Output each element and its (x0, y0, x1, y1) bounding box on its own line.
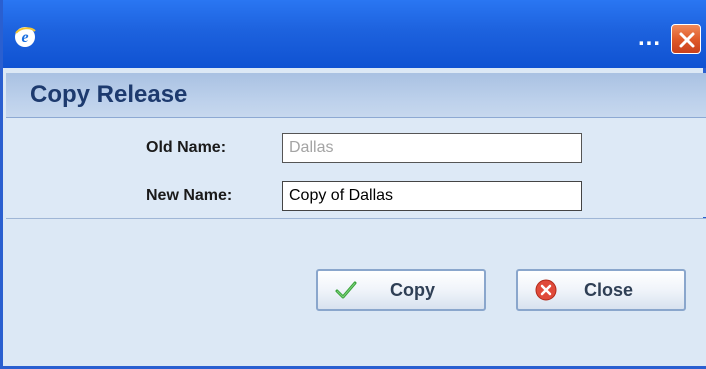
old-name-field[interactable] (282, 133, 582, 163)
window-close-button[interactable] (671, 24, 701, 54)
check-icon (335, 281, 357, 299)
old-name-label: Old Name: (146, 139, 227, 156)
svg-text:e: e (21, 29, 28, 46)
close-icon (679, 32, 695, 48)
dialog-window: e ... Copy Release Old Name: New Name: C… (0, 0, 706, 369)
title-bar: e ... (3, 0, 706, 68)
dialog-header: Copy Release (6, 73, 706, 118)
close-circle-icon (535, 279, 557, 301)
copy-release-form: Old Name: New Name: (6, 118, 706, 217)
dialog-title: Copy Release (30, 81, 188, 108)
title-ellipsis: ... (638, 24, 662, 51)
dialog-footer: Copy Close (6, 219, 706, 366)
ie-icon: e (15, 27, 36, 47)
close-button-label: Close (584, 279, 634, 300)
copy-button-label: Copy (390, 279, 435, 300)
close-button[interactable]: Close (516, 269, 686, 311)
copy-button[interactable]: Copy (316, 269, 486, 311)
new-name-field[interactable] (282, 181, 582, 211)
new-name-label: New Name: (146, 187, 233, 204)
